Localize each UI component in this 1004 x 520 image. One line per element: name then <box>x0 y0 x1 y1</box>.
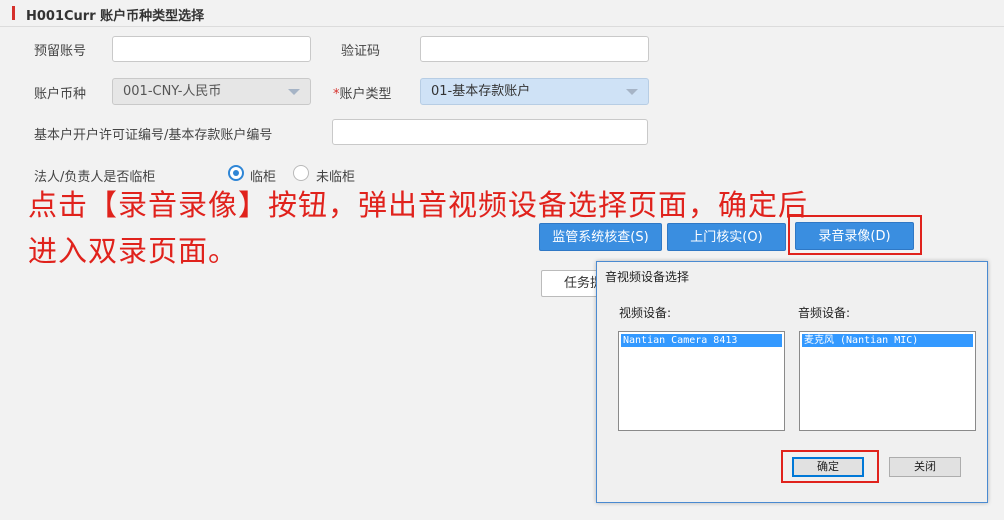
reserved-account-label: 预留账号 <box>34 44 87 59</box>
video-device-label: 视频设备: <box>619 306 672 320</box>
page-header: H001Curr 账户币种类型选择 <box>0 0 1004 27</box>
currency-label: 账户币种 <box>34 87 87 102</box>
ok-button-highlight <box>781 450 879 483</box>
radio-present-no[interactable] <box>293 165 309 181</box>
audio-device-list[interactable]: 麦克风 (Nantian MIC) <box>799 331 976 431</box>
onsite-verify-button[interactable]: 上门核实(O) <box>667 223 786 251</box>
video-device-list[interactable]: Nantian Camera 8413 <box>618 331 785 431</box>
currency-select[interactable]: 001-CNY-人民币 <box>112 78 311 105</box>
license-label: 基本户开户许可证编号/基本存款账户编号 <box>34 128 273 143</box>
chevron-down-icon <box>288 89 300 95</box>
audio-device-label: 音频设备: <box>798 306 851 320</box>
close-button[interactable]: 关闭 <box>889 457 961 477</box>
verify-code-input[interactable] <box>420 36 649 62</box>
annotation-line-2: 进入双录页面。 <box>28 234 239 268</box>
verify-code-label: 验证码 <box>341 44 381 59</box>
list-item[interactable]: Nantian Camera 8413 <box>621 334 782 347</box>
license-input[interactable] <box>332 119 648 145</box>
account-type-label: *账户类型 <box>333 87 392 102</box>
record-button-highlight <box>788 215 922 255</box>
chevron-down-icon <box>626 89 638 95</box>
annotation-line-1: 点击【录音录像】按钮，弹出音视频设备选择页面，确定后 <box>28 188 809 222</box>
supervise-check-button[interactable]: 监管系统核查(S) <box>539 223 662 251</box>
page-title: H001Curr 账户币种类型选择 <box>26 9 205 24</box>
list-item[interactable]: 麦克风 (Nantian MIC) <box>802 334 973 347</box>
currency-value: 001-CNY-人民币 <box>123 84 222 99</box>
dialog-title: 音视频设备选择 <box>605 270 690 284</box>
account-type-select[interactable]: 01-基本存款账户 <box>420 78 649 105</box>
reserved-account-input[interactable] <box>112 36 311 62</box>
account-type-value: 01-基本存款账户 <box>431 84 531 99</box>
title-accent-bar <box>12 6 15 20</box>
radio-present-yes[interactable] <box>228 165 244 181</box>
